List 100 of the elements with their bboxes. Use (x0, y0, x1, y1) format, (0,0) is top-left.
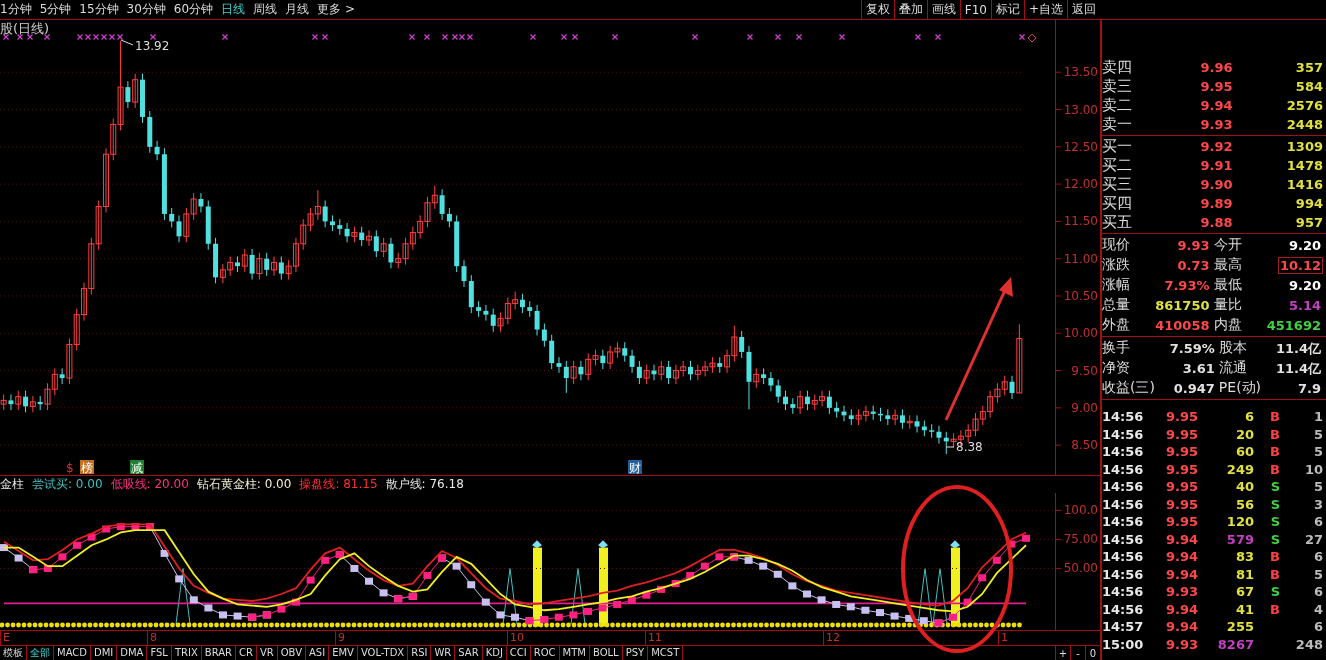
indicator-tab[interactable]: RSI (408, 646, 432, 660)
order-level-label: 卖二 (1102, 96, 1133, 115)
candlestick (1009, 375, 1015, 400)
candlestick (629, 349, 635, 374)
indicator-tab[interactable]: MACD (54, 646, 91, 660)
stat-value: 9.20 (1287, 237, 1322, 254)
indicator-tab[interactable]: CR (236, 646, 257, 660)
indicator-tab[interactable]: FSL (147, 646, 172, 660)
order-price: 9.94 (1199, 98, 1233, 113)
event-label: $ (66, 461, 74, 475)
indicator-tab[interactable]: KDJ (482, 646, 507, 660)
price-axis-label: 8.50 (1071, 438, 1098, 453)
candlestick (125, 80, 131, 109)
indicator-tab[interactable]: PSY (622, 646, 649, 660)
trade-volume: 81 (1234, 566, 1254, 582)
stat-label: 收益(三) (1102, 378, 1155, 397)
period-tab[interactable]: 5分钟 (39, 1, 72, 18)
trade-side: S (1270, 496, 1280, 512)
date-axis-label: 1 (998, 631, 1008, 645)
indicator-legend-item: 散户线: 76.18 (385, 476, 464, 493)
indicator-tab[interactable]: CCI (506, 646, 531, 660)
trade-count: 27 (1303, 531, 1323, 547)
trade-volume: 120 (1225, 514, 1254, 530)
point (189, 596, 198, 604)
stat-label: 换手 (1102, 338, 1131, 357)
indicator-tab[interactable]: MTM (559, 646, 590, 660)
indicator-tab[interactable]: TRIX (171, 646, 202, 660)
order-price: 9.90 (1199, 177, 1233, 192)
trade-volume: 20 (1234, 426, 1254, 442)
point (496, 611, 505, 619)
diamond-icon (1027, 33, 1037, 43)
candlestick (783, 390, 789, 411)
trade-count: 10 (1303, 461, 1323, 477)
point (861, 606, 870, 614)
period-tab[interactable]: 1分钟 (0, 1, 32, 18)
trade-count: 6 (1312, 584, 1323, 600)
candlestick (176, 214, 182, 243)
trade-price: 9.94 (1164, 601, 1198, 617)
trade-time: 14:56 (1102, 496, 1145, 512)
stat-label: 最低 (1213, 275, 1242, 294)
point (321, 556, 330, 564)
period-tab[interactable]: 月线 (285, 1, 310, 18)
point (233, 612, 242, 620)
indicator-tab[interactable]: 模板 (0, 646, 27, 660)
indicator-tab[interactable]: DMA (117, 646, 148, 660)
point (1022, 534, 1030, 542)
period-tab[interactable]: 30分钟 (126, 1, 166, 18)
point (14, 554, 23, 562)
trade-side: B (1270, 601, 1280, 617)
indicator-tab[interactable]: VR (256, 646, 278, 660)
period-tab[interactable]: 15分钟 (79, 1, 119, 18)
candlestick (804, 390, 810, 411)
trade-side: B (1270, 461, 1280, 477)
indicator-tab[interactable]: 全部 (27, 646, 54, 660)
stat-label: 净资 (1102, 358, 1131, 377)
candlestick (388, 237, 394, 269)
stat-value: 11.4亿 (1274, 360, 1322, 377)
point (992, 556, 1001, 564)
trade-volume: 67 (1234, 584, 1254, 600)
candlestick (29, 395, 36, 413)
order-level-label: 买三 (1102, 175, 1133, 194)
period-tab[interactable]: 更多 > (317, 1, 355, 18)
order-volume: 357 (1294, 60, 1323, 75)
candlestick (366, 229, 373, 247)
trade-count: 5 (1312, 426, 1323, 442)
trade-volume: 41 (1234, 601, 1254, 617)
indicator-tab[interactable]: VOL-TDX (357, 646, 409, 660)
indicator-tab[interactable]: ROC (530, 646, 560, 660)
candlestick (541, 323, 547, 348)
trade-price: 9.95 (1164, 426, 1198, 442)
order-price: 9.92 (1199, 139, 1233, 154)
indicator-tab[interactable]: BOLL (589, 646, 623, 660)
order-price: 9.93 (1199, 117, 1233, 132)
point (73, 541, 81, 549)
indicator-tab[interactable]: ASI (306, 646, 330, 660)
period-tab[interactable]: 60分钟 (173, 1, 214, 18)
date-axis-label: E (0, 631, 10, 645)
point (306, 576, 315, 584)
stat-label: 涨跌 (1102, 255, 1130, 274)
indicator-tab[interactable]: EMV (329, 646, 358, 660)
point (0, 544, 8, 552)
price-axis-label: 10.00 (1063, 326, 1098, 341)
trade-price: 9.95 (1164, 479, 1198, 495)
zoom-button[interactable]: + (1055, 646, 1070, 660)
point (584, 607, 592, 615)
indicator-tab[interactable]: WR (431, 646, 456, 660)
trade-volume: 8267 (1216, 636, 1254, 652)
indicator-tab[interactable]: DMI (91, 646, 118, 660)
period-tab[interactable]: 日线 (221, 1, 246, 18)
indicator-tab[interactable]: MCST (648, 646, 684, 660)
trade-price: 9.95 (1164, 409, 1198, 425)
indicator-tab[interactable]: OBV (277, 646, 306, 660)
point (569, 611, 578, 619)
order-level-label: 买五 (1102, 213, 1133, 232)
indicator-tab[interactable]: BRAR (201, 646, 236, 660)
indicator-tab[interactable]: SAR (455, 646, 483, 660)
price-axis-label: 11.50 (1063, 214, 1098, 229)
stat-label: 股本 (1218, 338, 1248, 357)
trade-time: 14:57 (1102, 619, 1145, 635)
period-tab[interactable]: 周线 (253, 1, 278, 18)
